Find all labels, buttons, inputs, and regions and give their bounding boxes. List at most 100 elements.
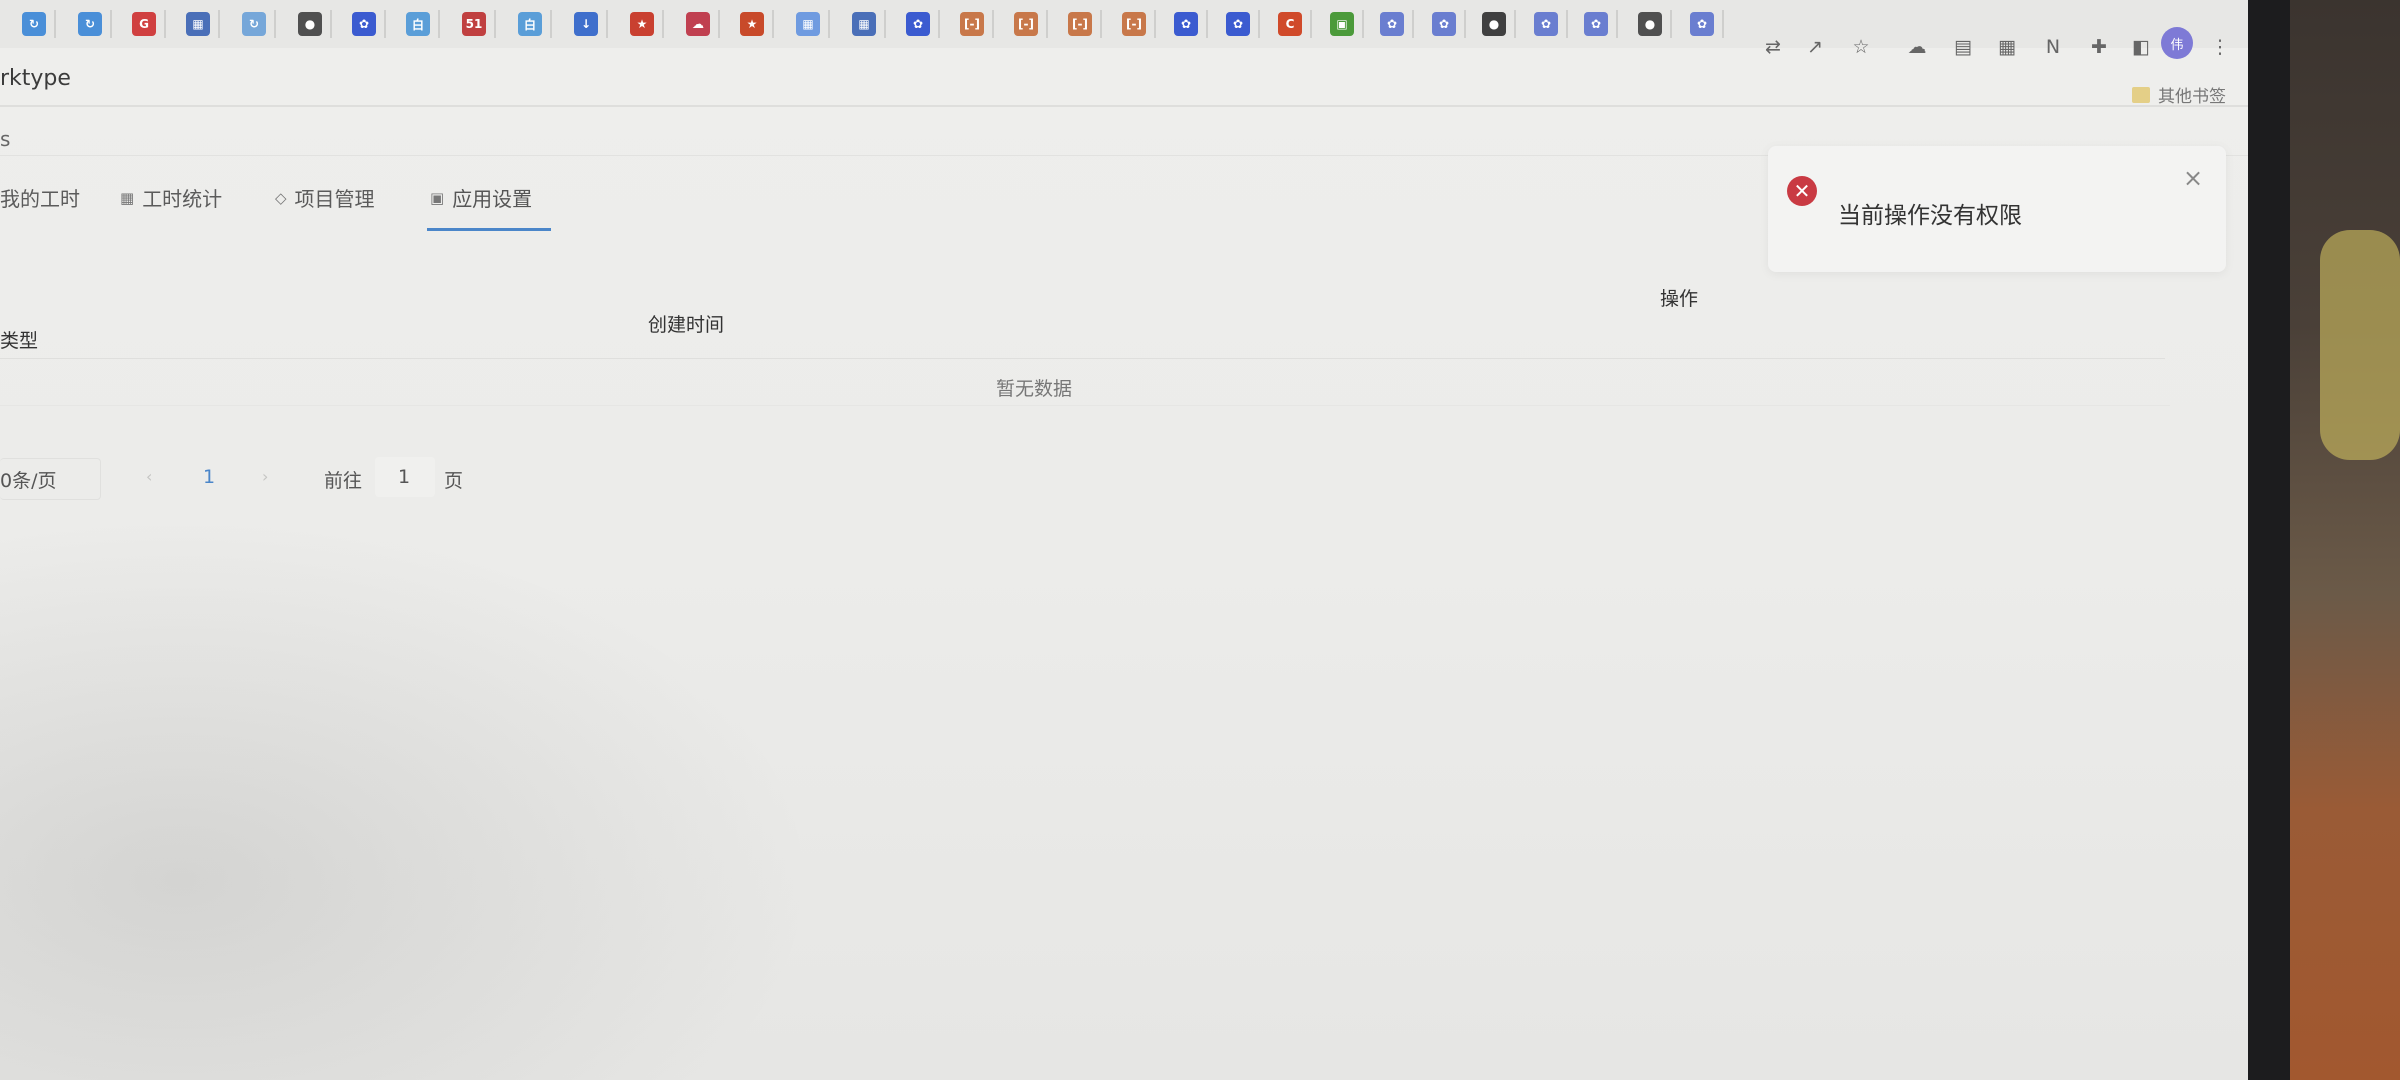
bookmark-separator — [1670, 10, 1672, 38]
toast-message: 当前操作没有权限 — [1838, 203, 2022, 229]
other-bookmarks[interactable]: 其他书签 — [2132, 82, 2226, 107]
bookmark-separator — [1566, 10, 1568, 38]
bookmark-separator — [1412, 10, 1414, 38]
extension-icon[interactable]: ▦ — [1994, 34, 2020, 60]
bookmark-separator — [1514, 10, 1516, 38]
globe-icon[interactable]: ● — [298, 12, 322, 36]
star-icon[interactable]: ☆ — [1848, 34, 1874, 60]
project-icon: ◇ — [275, 188, 287, 207]
bookmark-separator — [938, 10, 940, 38]
screen: ↻ ↻ G ▦ ↻ ● ✿ 白 51 白 ↓ ★ ☁ ★ ▦ ▦ ✿ [-] [-] [-] [-] ✿ ✿ C ▣ ✿ ✿ ● ✿ ✿ ●… — [0, 0, 2248, 1080]
green-app-icon[interactable]: ▣ — [1330, 12, 1354, 36]
page-unit-label: 页 — [444, 470, 464, 492]
baidu-icon[interactable]: ✿ — [1584, 12, 1608, 36]
bracket-icon[interactable]: [-] — [1014, 12, 1038, 36]
tab-label: 我的工时 — [0, 187, 80, 211]
baidu-icon[interactable]: ✿ — [1174, 12, 1198, 36]
menu-dots-icon[interactable]: ⋮ — [2207, 34, 2233, 60]
tab-app-settings[interactable]: ▣ 应用设置 — [430, 183, 532, 212]
chrome-icon[interactable]: ↻ — [78, 12, 102, 36]
g-logo-icon[interactable]: G — [132, 12, 156, 36]
page-size-label: 0条/页 — [0, 470, 57, 492]
emblem-icon[interactable]: ★ — [630, 12, 654, 36]
github-icon[interactable]: ● — [1482, 12, 1506, 36]
translate-icon[interactable]: ⇄ — [1760, 34, 1786, 60]
bookmark-separator — [1206, 10, 1208, 38]
chrome-icon[interactable]: ↻ — [22, 12, 46, 36]
breadcrumb: s — [0, 127, 11, 151]
table-divider — [0, 405, 2170, 406]
download-icon[interactable]: ↓ — [574, 12, 598, 36]
bookmark-separator — [550, 10, 552, 38]
cloud-icon[interactable]: ☁ — [686, 12, 710, 36]
profile-avatar[interactable]: 伟 — [2161, 27, 2193, 59]
bookmark-separator — [772, 10, 774, 38]
bookmark-separator — [1464, 10, 1466, 38]
51-icon[interactable]: 51 — [462, 12, 486, 36]
prev-page-icon[interactable]: ‹ — [146, 467, 152, 486]
baidu-icon[interactable]: ✿ — [1432, 12, 1456, 36]
goto-label: 前往 — [324, 470, 363, 492]
emblem-icon[interactable]: ★ — [740, 12, 764, 36]
folder-icon — [2132, 86, 2150, 103]
tab-label: 工时统计 — [142, 187, 223, 211]
table-header-divider — [0, 358, 2165, 359]
monitor-bezel — [2248, 0, 2290, 1080]
n-extension-icon[interactable]: N — [2040, 34, 2066, 60]
error-toast: ✕ 当前操作没有权限 × — [1768, 146, 2226, 272]
other-bookmarks-label: 其他书签 — [2158, 87, 2226, 107]
bracket-icon[interactable]: [-] — [1122, 12, 1146, 36]
c-logo-icon[interactable]: C — [1278, 12, 1302, 36]
column-header-actions: 操作 — [1660, 288, 1699, 310]
bookmark-separator — [1362, 10, 1364, 38]
chrome-icon[interactable]: ↻ — [242, 12, 266, 36]
new-tab-icon[interactable]: ▦ — [852, 12, 876, 36]
bookmark-separator — [718, 10, 720, 38]
doc-icon[interactable]: 白 — [406, 12, 430, 36]
page-url-fragment: rktype — [0, 66, 71, 91]
tab-hour-stats[interactable]: ▦ 工时统计 — [120, 183, 222, 212]
bookmark-separator — [438, 10, 440, 38]
column-header-created-time: 创建时间 — [648, 314, 725, 336]
bookmark-separator — [662, 10, 664, 38]
doc-icon[interactable]: 白 — [518, 12, 542, 36]
baidu-icon[interactable]: ✿ — [1690, 12, 1714, 36]
tab-my-hours[interactable]: 我的工时 — [0, 183, 80, 212]
baidu-icon[interactable]: ✿ — [1226, 12, 1250, 36]
puzzle-icon[interactable]: ✚ — [2086, 34, 2112, 60]
close-icon[interactable]: × — [2183, 164, 2203, 192]
bookmark-separator — [1154, 10, 1156, 38]
bookmark-separator — [330, 10, 332, 38]
cloud-extension-icon[interactable]: ☁ — [1904, 34, 1930, 60]
next-page-icon[interactable]: › — [262, 467, 268, 486]
stats-icon: ▦ — [120, 188, 135, 207]
bookmark-separator — [828, 10, 830, 38]
sidepanel-icon[interactable]: ◧ — [2128, 34, 2154, 60]
goto-page-value: 1 — [398, 466, 411, 488]
bookmark-separator — [1722, 10, 1724, 38]
baidu-icon[interactable]: ✿ — [906, 12, 930, 36]
bracket-icon[interactable]: [-] — [1068, 12, 1092, 36]
divider — [0, 105, 2248, 107]
background-scene — [2290, 0, 2400, 1080]
bookmark-separator — [1046, 10, 1048, 38]
baidu-icon[interactable]: ✿ — [1534, 12, 1558, 36]
current-page[interactable]: 1 — [203, 466, 215, 488]
active-tab-indicator — [427, 228, 551, 231]
bookmark-separator — [884, 10, 886, 38]
baidu-icon[interactable]: ✿ — [1380, 12, 1404, 36]
share-icon[interactable]: ↗ — [1802, 34, 1828, 60]
baidu-icon[interactable]: ✿ — [352, 12, 376, 36]
tab-label: 应用设置 — [452, 187, 533, 211]
github-icon[interactable]: ● — [1638, 12, 1662, 36]
extension-icon[interactable]: ▤ — [1950, 34, 1976, 60]
bookmark-separator — [494, 10, 496, 38]
bookmark-separator — [218, 10, 220, 38]
new-tab-icon[interactable]: ▦ — [186, 12, 210, 36]
bookmark-separator — [1616, 10, 1618, 38]
tab-project-management[interactable]: ◇ 项目管理 — [275, 183, 375, 212]
bracket-icon[interactable]: [-] — [960, 12, 984, 36]
new-tab-icon[interactable]: ▦ — [796, 12, 820, 36]
column-header-type: 类型 — [0, 330, 39, 352]
error-icon: ✕ — [1787, 176, 1817, 206]
